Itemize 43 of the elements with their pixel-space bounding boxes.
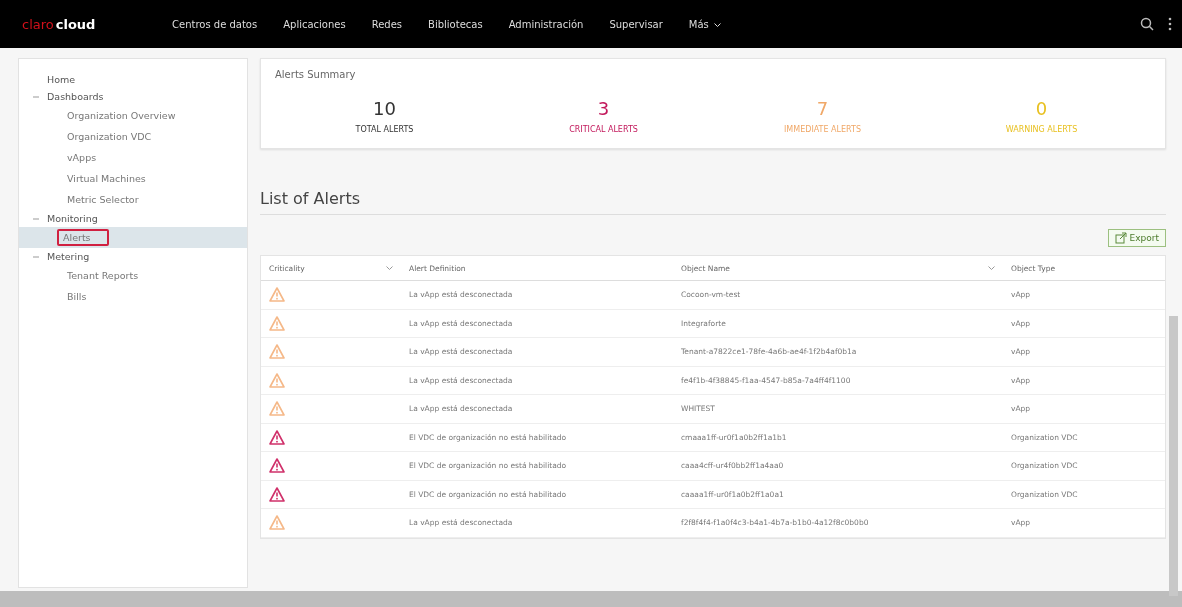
more-icon[interactable] <box>1168 17 1172 31</box>
stat-label: IMMEDIATE ALERTS <box>783 125 862 134</box>
sort-icon <box>988 266 995 270</box>
sidebar-item[interactable]: Organization Overview <box>63 108 180 123</box>
nav-menu-item[interactable]: Administración <box>508 18 584 30</box>
stat-label: CRITICAL ALERTS <box>568 125 639 134</box>
nav-menu-item[interactable]: Más <box>688 18 721 30</box>
export-button[interactable]: Export <box>1107 229 1166 247</box>
stat-value: 0 <box>1034 98 1049 119</box>
nav-menu-item[interactable]: Centros de datos <box>172 18 258 30</box>
collapse-icon <box>33 93 39 100</box>
sidebar-item[interactable]: Virtual Machines <box>63 171 150 186</box>
stat-value: 10 <box>372 98 397 119</box>
nav-menu-item[interactable]: Supervisar <box>609 18 663 30</box>
caret-icon <box>713 22 721 27</box>
sidebar-item[interactable]: Organization VDC <box>63 129 156 144</box>
sidebar-item[interactable]: Alerts <box>57 229 109 246</box>
scrollbar[interactable] <box>1169 316 1178 596</box>
stat-value: 3 <box>596 98 611 119</box>
collapse-icon <box>33 215 39 222</box>
export-icon <box>1114 232 1127 244</box>
sidebar-item[interactable]: Metric Selector <box>63 192 143 207</box>
sidebar-item[interactable]: vApps <box>63 150 101 165</box>
logo-brand-text: claro <box>22 16 54 32</box>
nav-menu-item[interactable]: Aplicaciones <box>283 18 346 30</box>
sidebar-item[interactable]: Metering <box>19 248 247 265</box>
nav-menu-item[interactable]: Redes <box>371 18 403 30</box>
stat-label: WARNING ALERTS <box>1004 125 1079 134</box>
sidebar-item[interactable]: Home <box>19 71 247 88</box>
search-icon[interactable] <box>1140 17 1154 31</box>
sidebar-item[interactable]: Dashboards <box>19 88 247 105</box>
sort-icon <box>386 266 393 270</box>
stat-label: TOTAL ALERTS <box>354 125 415 134</box>
section-title: List of Alerts <box>260 189 1166 215</box>
logo[interactable]: claro cloud <box>22 16 172 32</box>
collapse-icon <box>33 253 39 260</box>
card-title: Alerts Summary <box>275 69 357 80</box>
logo-product-text: cloud <box>55 16 96 32</box>
sidebar-item[interactable]: Monitoring <box>19 210 247 227</box>
sidebar-item[interactable]: Bills <box>63 289 91 304</box>
nav-menu-item[interactable]: Bibliotecas <box>428 18 483 30</box>
stat-value: 7 <box>815 98 830 119</box>
sidebar-item[interactable]: Tenant Reports <box>63 268 143 283</box>
